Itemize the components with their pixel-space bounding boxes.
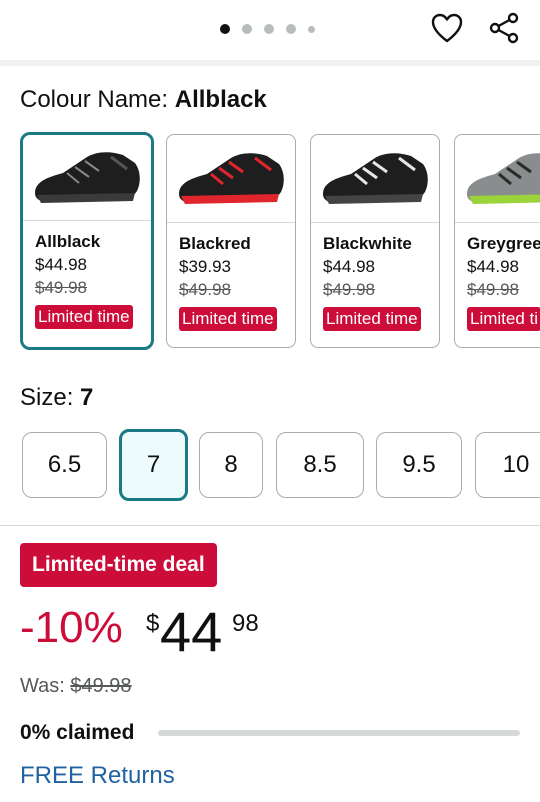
limited-time-deal-badge: Limited-time deal bbox=[20, 543, 217, 587]
colour-selected-value: Allblack bbox=[174, 86, 267, 113]
swatch-price: $44.98 bbox=[35, 255, 87, 274]
size-option-8[interactable]: 8 bbox=[199, 432, 263, 498]
limited-time-badge: Limited time bbox=[179, 307, 277, 331]
size-option-7[interactable]: 7 bbox=[119, 429, 188, 501]
carousel-dot-5[interactable] bbox=[308, 25, 315, 33]
was-price: $49.98 bbox=[70, 675, 132, 697]
claimed-text: 0% claimed bbox=[20, 721, 135, 744]
claimed-progress-bar bbox=[158, 730, 520, 736]
colour-swatch-blackwhite[interactable]: Blackwhite $44.98 $49.98 Limited time bbox=[310, 134, 440, 348]
shoe-image bbox=[455, 135, 540, 223]
discount-percent: -10% bbox=[20, 603, 123, 652]
colour-name-label: Colour Name: Allblack bbox=[20, 86, 267, 113]
section-divider bbox=[0, 525, 540, 526]
share-icon[interactable] bbox=[486, 10, 522, 46]
colour-swatch-allblack[interactable]: Allblack $44.98 $49.98 Limited time bbox=[20, 132, 154, 350]
free-returns-link[interactable]: FREE Returns bbox=[20, 762, 175, 790]
carousel-dot-1[interactable] bbox=[220, 24, 230, 34]
size-option-10[interactable]: 10 bbox=[475, 432, 540, 498]
price-currency-symbol: $ bbox=[146, 610, 160, 637]
carousel-dot-2[interactable] bbox=[242, 24, 252, 34]
limited-time-badge: Limited ti bbox=[467, 307, 540, 331]
swatch-price: $39.93 bbox=[179, 257, 231, 276]
swatch-price: $44.98 bbox=[467, 257, 519, 276]
swatch-price: $44.98 bbox=[323, 257, 375, 276]
size-option-8-5[interactable]: 8.5 bbox=[276, 432, 364, 498]
swatch-was-price: $49.98 bbox=[179, 280, 231, 299]
heart-icon[interactable] bbox=[429, 10, 465, 46]
size-option-9-5[interactable]: 9.5 bbox=[376, 432, 462, 498]
swatch-was-price: $49.98 bbox=[467, 280, 519, 299]
colour-swatch-blackred[interactable]: Blackred $39.93 $49.98 Limited time bbox=[166, 134, 296, 348]
size-selected-value: 7 bbox=[80, 384, 94, 411]
swatch-was-price: $49.98 bbox=[323, 280, 375, 299]
shoe-image bbox=[311, 135, 439, 223]
price-whole: 44 bbox=[160, 600, 223, 663]
was-price-line: Was: $49.98 bbox=[20, 675, 132, 697]
swatch-name: Blackred bbox=[179, 234, 251, 253]
colour-swatch-list: Allblack $44.98 $49.98 Limited time Blac… bbox=[20, 132, 540, 352]
shoe-image bbox=[167, 135, 295, 223]
shoe-image bbox=[23, 135, 151, 221]
swatch-name: Blackwhite bbox=[323, 234, 412, 253]
carousel-dot-4[interactable] bbox=[286, 24, 296, 34]
size-option-6-5[interactable]: 6.5 bbox=[22, 432, 107, 498]
swatch-was-price: $49.98 bbox=[35, 278, 87, 297]
size-label: Size: 7 bbox=[20, 384, 94, 411]
top-bar bbox=[0, 0, 540, 60]
carousel-dot-3[interactable] bbox=[264, 24, 274, 34]
limited-time-badge: Limited time bbox=[35, 305, 133, 329]
swatch-name: Allblack bbox=[35, 232, 101, 251]
swatch-name: Greygree bbox=[467, 234, 540, 253]
top-divider bbox=[0, 60, 540, 66]
carousel-dots[interactable] bbox=[220, 24, 315, 34]
price-fraction: 98 bbox=[232, 610, 259, 637]
colour-swatch-greygreen[interactable]: Greygree $44.98 $49.98 Limited ti bbox=[454, 134, 540, 348]
limited-time-badge: Limited time bbox=[323, 307, 421, 331]
